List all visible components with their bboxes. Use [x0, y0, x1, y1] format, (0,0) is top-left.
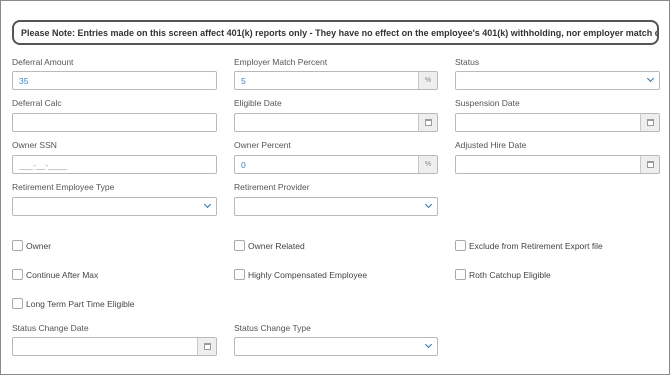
- roth-catchup-checkbox-label: Roth Catchup Eligible: [469, 270, 551, 280]
- deferral-calc-input[interactable]: [12, 113, 217, 132]
- calendar-icon: [424, 119, 432, 126]
- notice-text: Please Note: Entries made on this screen…: [21, 27, 659, 38]
- owner-checkbox-label: Owner: [26, 241, 52, 251]
- retirement-employee-type-label: Retirement Employee Type: [12, 182, 115, 192]
- suspension-date-label: Suspension Date: [455, 98, 520, 108]
- chevron-down-icon: [646, 74, 655, 83]
- status-change-date-input[interactable]: [12, 337, 217, 356]
- retirement-settings-panel: Please Note: Entries made on this screen…: [0, 0, 670, 375]
- employer-match-percent-label: Employer Match Percent: [234, 57, 328, 67]
- suspension-date-input[interactable]: [455, 113, 660, 132]
- retirement-provider-select[interactable]: [234, 197, 438, 216]
- status-change-type-label: Status Change Type: [234, 323, 311, 333]
- calendar-button[interactable]: [197, 338, 216, 355]
- calendar-button[interactable]: [418, 114, 437, 131]
- deferral-amount-label: Deferral Amount: [12, 57, 74, 67]
- continue-after-max-checkbox-label: Continue After Max: [26, 270, 99, 280]
- continue-after-max-checkbox[interactable]: [12, 269, 23, 280]
- status-change-date-label: Status Change Date: [12, 323, 89, 333]
- adjusted-hire-date-label: Adjusted Hire Date: [455, 140, 527, 150]
- adjusted-hire-date-input[interactable]: [455, 155, 660, 174]
- percent-addon: %: [418, 72, 437, 89]
- calendar-icon: [646, 119, 654, 126]
- highly-compensated-checkbox-label: Highly Compensated Employee: [248, 270, 368, 280]
- eligible-date-input[interactable]: [234, 113, 438, 132]
- deferral-amount-value: 35: [19, 75, 29, 86]
- chevron-down-icon: [203, 200, 212, 209]
- percent-addon: %: [418, 156, 437, 173]
- owner-related-checkbox[interactable]: [234, 240, 245, 251]
- employer-match-percent-input[interactable]: 5 %: [234, 71, 438, 90]
- owner-percent-input[interactable]: 0 %: [234, 155, 438, 174]
- calendar-button[interactable]: [640, 114, 659, 131]
- retirement-provider-label: Retirement Provider: [234, 182, 310, 192]
- long-term-part-time-checkbox-label: Long Term Part Time Eligible: [26, 299, 135, 309]
- owner-ssn-input[interactable]: ___-__-____: [12, 155, 217, 174]
- eligible-date-label: Eligible Date: [234, 98, 282, 108]
- deferral-amount-input[interactable]: 35: [12, 71, 217, 90]
- employer-match-percent-value: 5: [241, 75, 246, 86]
- exclude-from-export-checkbox[interactable]: [455, 240, 466, 251]
- chevron-down-icon: [424, 200, 433, 209]
- owner-ssn-label: Owner SSN: [12, 140, 57, 150]
- owner-percent-value: 0: [241, 159, 246, 170]
- calendar-button[interactable]: [640, 156, 659, 173]
- status-select[interactable]: [455, 71, 660, 90]
- deferral-calc-label: Deferral Calc: [12, 98, 62, 108]
- roth-catchup-checkbox[interactable]: [455, 269, 466, 280]
- calendar-icon: [646, 161, 654, 168]
- owner-ssn-placeholder: ___-__-____: [19, 159, 68, 170]
- chevron-down-icon: [424, 340, 433, 349]
- owner-checkbox[interactable]: [12, 240, 23, 251]
- highly-compensated-checkbox[interactable]: [234, 269, 245, 280]
- owner-related-checkbox-label: Owner Related: [248, 241, 305, 251]
- owner-percent-label: Owner Percent: [234, 140, 291, 150]
- retirement-employee-type-select[interactable]: [12, 197, 217, 216]
- notice-banner: Please Note: Entries made on this screen…: [12, 20, 659, 45]
- long-term-part-time-checkbox[interactable]: [12, 298, 23, 309]
- calendar-icon: [203, 343, 211, 350]
- status-change-type-select[interactable]: [234, 337, 438, 356]
- exclude-from-export-checkbox-label: Exclude from Retirement Export file: [469, 241, 603, 251]
- status-label: Status: [455, 57, 480, 67]
